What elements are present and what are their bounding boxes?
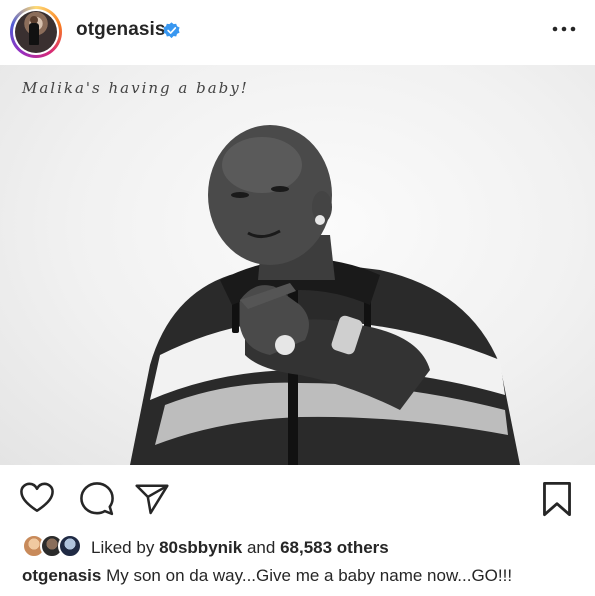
others-count-link[interactable]: 68,583 others (280, 538, 389, 557)
caption-username-link[interactable]: otgenasis (22, 566, 101, 585)
person-illustration (130, 125, 520, 465)
more-options-icon[interactable] (551, 19, 577, 39)
likes-row: Liked by 80sbbynik and 68,583 others (0, 530, 595, 564)
comment-icon[interactable] (80, 482, 114, 516)
post-actions (0, 478, 595, 522)
post-header: otgenasis (0, 0, 595, 64)
profile-avatar[interactable] (10, 6, 62, 58)
first-liker-link[interactable]: 80sbbynik (159, 538, 242, 557)
post-photo[interactable]: Malika's having a baby! (0, 65, 595, 465)
likes-summary[interactable]: Liked by 80sbbynik and 68,583 others (91, 538, 389, 558)
caption-text: My son on da way...Give me a baby name n… (106, 566, 513, 585)
bookmark-icon[interactable] (541, 481, 573, 517)
liker-avatar[interactable] (58, 534, 82, 558)
share-icon[interactable] (135, 483, 169, 515)
username-link[interactable]: otgenasis (76, 19, 166, 41)
verified-badge-icon (163, 22, 180, 39)
heart-icon[interactable] (20, 482, 54, 514)
post-caption: otgenasis My son on da way...Give me a b… (22, 566, 512, 586)
